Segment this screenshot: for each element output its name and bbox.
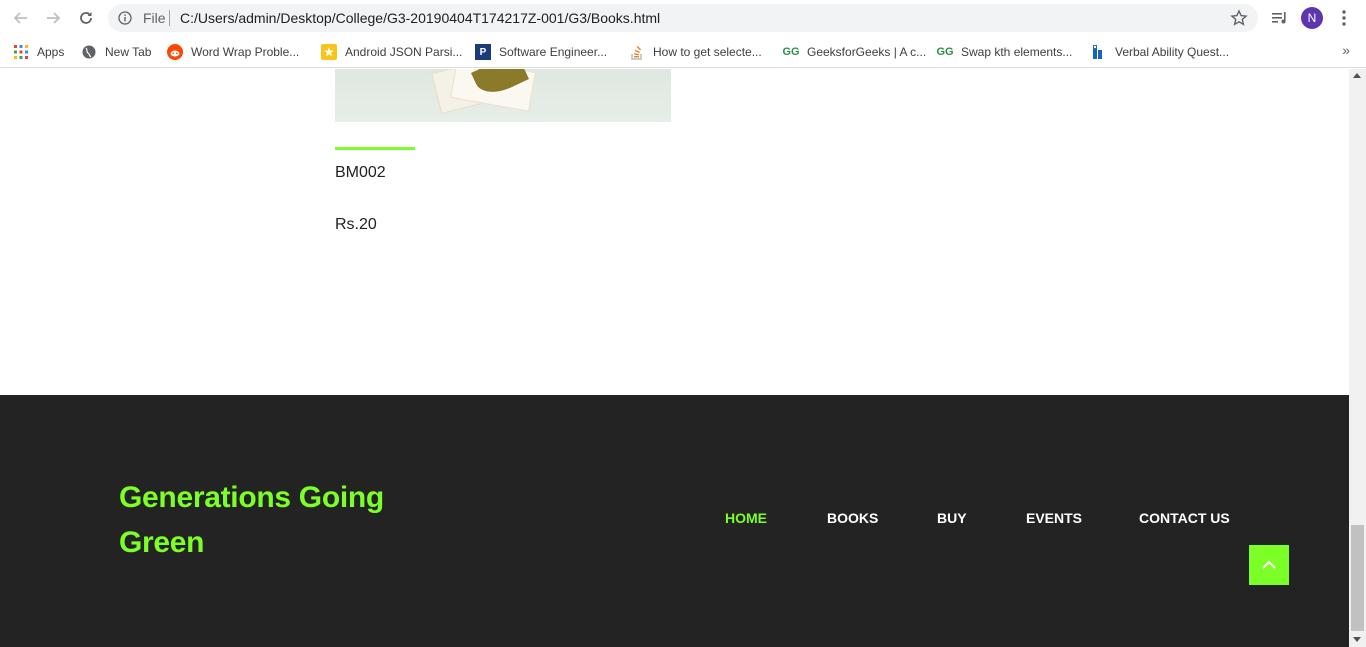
page-viewport: BM002 Rs.20 Generations Going Green HOME…: [0, 69, 1349, 647]
product-price: Rs.20: [335, 216, 377, 233]
scroll-up-arrow-icon[interactable]: [1353, 73, 1361, 78]
bookmark-label: How to get selecte...: [653, 45, 762, 59]
p-icon: P: [475, 44, 491, 60]
bookmark-swap-kth[interactable]: GG Swap kth elements...: [936, 43, 1073, 61]
url-text[interactable]: C:/Users/admin/Desktop/College/G3-201904…: [180, 10, 660, 26]
globe-icon: [81, 44, 97, 60]
bookmark-new-tab[interactable]: New Tab: [81, 43, 151, 61]
bookmark-software-engineer[interactable]: P Software Engineer...: [475, 43, 607, 61]
media-control-button[interactable]: [1270, 8, 1290, 28]
scrollbar-thumb[interactable]: [1351, 525, 1364, 631]
bookmark-label: Apps: [37, 45, 65, 59]
bookmark-label: Software Engineer...: [499, 45, 608, 59]
bookmark-how-to-get[interactable]: How to get selecte...: [629, 43, 762, 61]
bookmark-label: New Tab: [105, 45, 152, 59]
arrow-right-icon: [47, 12, 61, 24]
stackoverflow-icon: [629, 44, 645, 60]
star-icon[interactable]: [1230, 9, 1248, 27]
back-button[interactable]: [10, 7, 32, 29]
product-image[interactable]: [335, 69, 671, 122]
bookmark-apps[interactable]: Apps: [13, 43, 64, 61]
bookmarks-bar: Apps New Tab Word Wrap Proble... Android…: [0, 36, 1366, 68]
scroll-down-arrow-icon[interactable]: [1353, 637, 1361, 642]
android-icon: [321, 44, 337, 60]
kebab-menu-icon: [1342, 10, 1346, 26]
footer-brand[interactable]: Generations Going Green: [119, 475, 419, 565]
gfg-icon: GG: [936, 46, 954, 58]
bookmark-label: Verbal Ability Quest...: [1115, 45, 1230, 59]
site-footer: Generations Going Green HOME BOOKS BUY E…: [0, 395, 1349, 647]
footer-nav-books[interactable]: BOOKS: [827, 510, 878, 526]
footer-nav-contact-us[interactable]: CONTACT US: [1139, 510, 1230, 526]
info-icon[interactable]: [118, 11, 132, 25]
profile-avatar[interactable]: N: [1301, 7, 1323, 29]
bookmark-label: Swap kth elements...: [961, 45, 1073, 59]
scheme-label: File: [143, 10, 166, 26]
apps-grid-icon: [13, 44, 29, 60]
browser-menu-button[interactable]: [1334, 8, 1354, 28]
arrow-left-icon: [13, 12, 27, 24]
product-divider: [335, 147, 415, 150]
product-code: BM002: [335, 164, 386, 181]
reload-button[interactable]: [75, 7, 97, 29]
omnibox-divider: [169, 10, 170, 26]
gfg-icon: GG: [782, 46, 800, 58]
bookmark-label: Android JSON Parsi...: [345, 45, 463, 59]
bookmark-label: GeeksforGeeks | A c...: [807, 45, 927, 59]
bookmark-label: Word Wrap Proble...: [191, 45, 300, 59]
scroll-to-top-button[interactable]: [1249, 545, 1289, 585]
forward-button[interactable]: [42, 7, 64, 29]
bookmark-gfg[interactable]: GG GeeksforGeeks | A c...: [782, 43, 927, 61]
chevron-up-icon: [1262, 560, 1276, 569]
bookmark-android-json[interactable]: Android JSON Parsi...: [321, 43, 462, 61]
page-scrollbar[interactable]: [1349, 69, 1366, 647]
footer-nav-home[interactable]: HOME: [725, 510, 767, 526]
reload-icon: [80, 12, 92, 24]
playlist-icon: [1272, 12, 1286, 24]
bookmark-word-wrap[interactable]: Word Wrap Proble...: [167, 43, 299, 61]
footer-nav-buy[interactable]: BUY: [937, 510, 967, 526]
footer-nav-events[interactable]: EVENTS: [1026, 510, 1082, 526]
bookmark-verbal-ability[interactable]: Verbal Ability Quest...: [1091, 43, 1229, 61]
reddit-icon: [167, 44, 183, 60]
indiabix-icon: [1091, 44, 1107, 60]
more-bookmarks-button[interactable]: »: [1342, 42, 1350, 58]
address-bar[interactable]: File C:/Users/admin/Desktop/College/G3-2…: [108, 4, 1258, 32]
browser-toolbar: File C:/Users/admin/Desktop/College/G3-2…: [0, 0, 1366, 36]
